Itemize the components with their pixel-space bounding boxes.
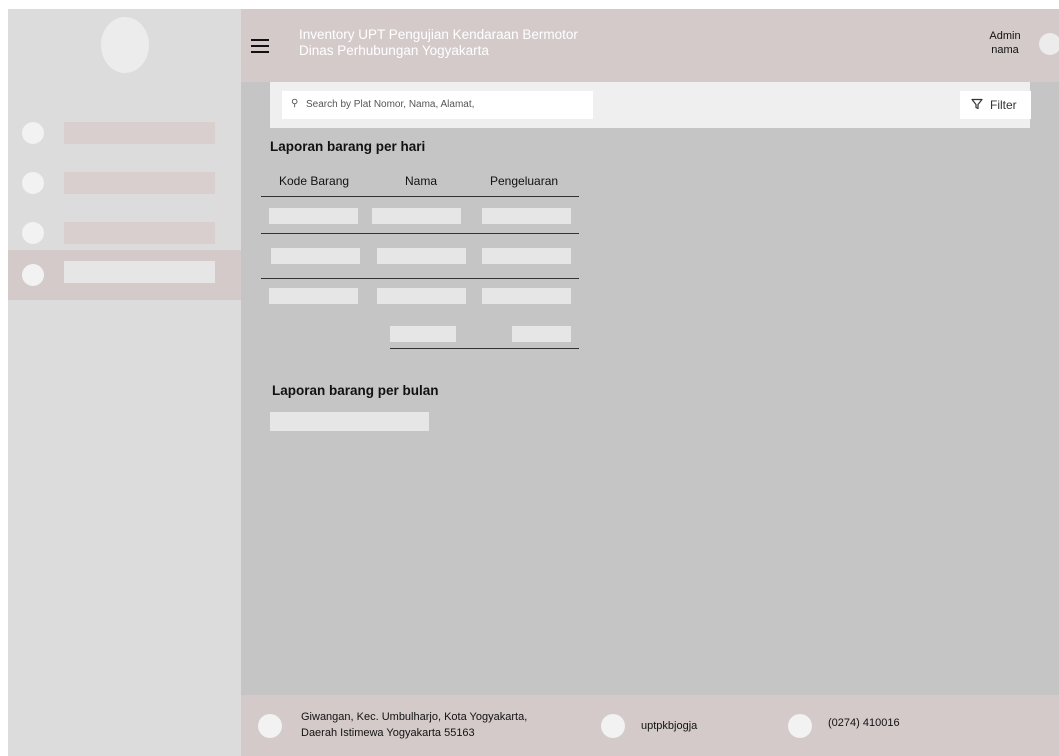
sidebar-item-label-placeholder [64, 172, 215, 194]
sidebar-item-2[interactable] [8, 159, 241, 209]
user-info[interactable]: Admin nama [985, 29, 1025, 57]
column-header-pengeluaran: Pengeluaran [490, 174, 559, 188]
sidebar-item-icon [22, 122, 44, 144]
sidebar-item-label-placeholder [64, 122, 215, 144]
user-role: Admin [989, 30, 1021, 42]
column-header-nama: Nama [405, 174, 438, 188]
social-icon [601, 714, 625, 738]
table-row-divider [261, 278, 579, 279]
cell-kode-barang [271, 248, 360, 264]
table-header-divider [261, 196, 579, 197]
sidebar [8, 9, 241, 756]
hamburger-menu-icon[interactable] [251, 39, 269, 53]
sidebar-item-4-active[interactable] [8, 250, 241, 300]
footer-address-line2: Daerah Istimewa Yogyakarta 55163 [301, 727, 475, 739]
footer-address: Giwangan, Kec. Umbulharjo, Kota Yogyakar… [301, 709, 527, 741]
app-title-line1: Inventory UPT Pengujian Kendaraan Bermot… [299, 27, 578, 42]
table-row-divider [261, 233, 579, 234]
logo [101, 17, 149, 73]
total-cell [512, 326, 571, 342]
user-name: nama [991, 44, 1019, 56]
cell-pengeluaran [482, 248, 571, 264]
app-title-line2: Dinas Perhubungan Yogyakarta [299, 43, 489, 58]
daily-report-title: Laporan barang per hari [270, 139, 426, 154]
monthly-report-title: Laporan barang per bulan [272, 383, 439, 398]
cell-nama [377, 248, 466, 264]
cell-nama [377, 288, 466, 304]
sidebar-item-label-placeholder [64, 261, 215, 283]
search-placeholder: Search by Plat Nomor, Nama, Alamat, [306, 99, 475, 110]
app-title: Inventory UPT Pengujian Kendaraan Bermot… [299, 27, 578, 59]
cell-pengeluaran [482, 288, 571, 304]
footer: Giwangan, Kec. Umbulharjo, Kota Yogyakar… [241, 695, 1059, 756]
monthly-report-value [270, 412, 429, 431]
total-cell [390, 326, 456, 342]
cell-pengeluaran [482, 208, 571, 224]
search-bar: ⚲ Search by Plat Nomor, Nama, Alamat, Fi… [270, 82, 1031, 128]
footer-social[interactable]: uptpkbjogja [641, 718, 697, 734]
cell-nama [372, 208, 461, 224]
totals-divider [390, 348, 579, 349]
app-frame: Inventory UPT Pengujian Kendaraan Bermot… [8, 9, 1059, 756]
sidebar-item-label-placeholder [64, 222, 215, 244]
sidebar-item-1[interactable] [8, 109, 241, 159]
top-header: Inventory UPT Pengujian Kendaraan Bermot… [241, 9, 1059, 82]
sidebar-item-icon [22, 264, 44, 286]
location-icon [258, 714, 282, 738]
filter-label: Filter [990, 98, 1017, 112]
sidebar-item-icon [22, 222, 44, 244]
search-icon: ⚲ [291, 98, 299, 109]
sidebar-item-icon [22, 172, 44, 194]
cell-kode-barang [269, 208, 358, 224]
footer-address-line1: Giwangan, Kec. Umbulharjo, Kota Yogyakar… [301, 711, 528, 723]
column-header-kode-barang: Kode Barang [279, 174, 350, 188]
cell-kode-barang [269, 288, 358, 304]
phone-icon [788, 714, 812, 738]
avatar[interactable] [1039, 33, 1059, 55]
footer-phone[interactable]: (0274) 410016 [828, 715, 900, 731]
search-input[interactable]: ⚲ Search by Plat Nomor, Nama, Alamat, [282, 91, 593, 119]
filter-button[interactable]: Filter [960, 91, 1031, 119]
filter-icon [971, 98, 983, 110]
